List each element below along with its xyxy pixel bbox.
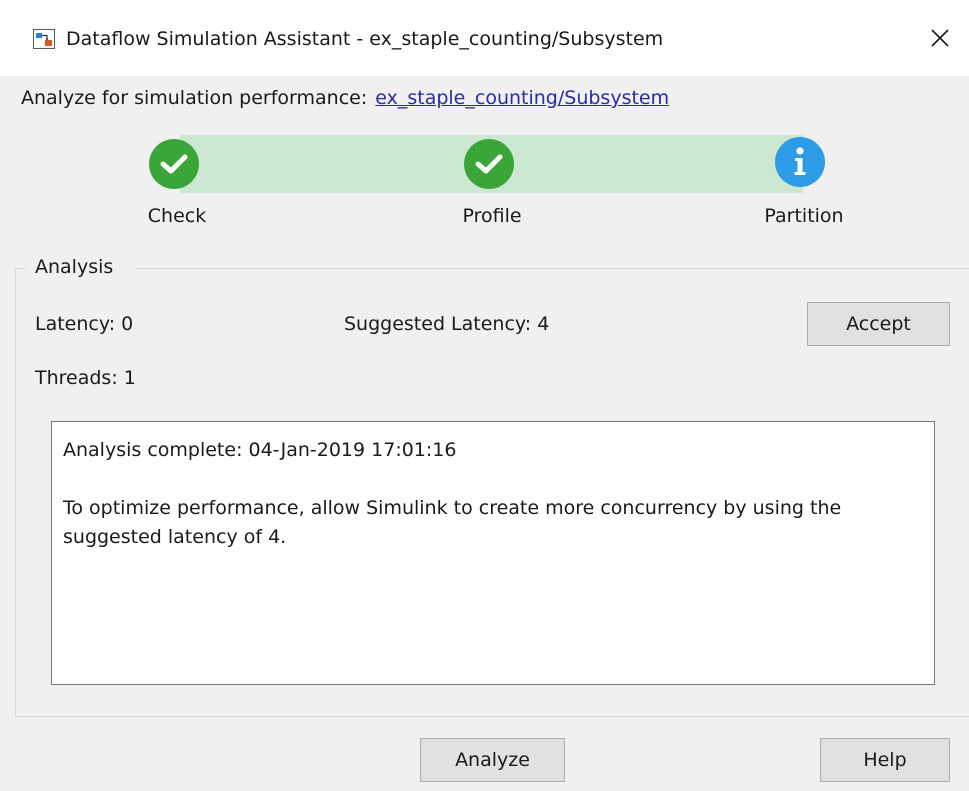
title-bar: Dataflow Simulation Assistant - ex_stapl… xyxy=(0,0,969,76)
close-icon xyxy=(931,29,949,47)
close-button[interactable] xyxy=(920,20,960,56)
check-icon xyxy=(160,154,188,174)
subsystem-link[interactable]: ex_staple_counting/Subsystem xyxy=(375,87,669,109)
step-label-check: Check xyxy=(147,205,207,227)
simulink-app-icon xyxy=(33,29,55,49)
group-border xyxy=(15,268,25,269)
step-label-profile: Profile xyxy=(462,205,522,227)
analyze-for-row: Analyze for simulation performance: ex_st… xyxy=(21,86,669,110)
step-label-partition: Partition xyxy=(764,205,844,227)
group-border xyxy=(136,268,969,269)
check-icon xyxy=(475,154,503,174)
window-title: Dataflow Simulation Assistant - ex_stapl… xyxy=(66,28,664,50)
dialog-window: Dataflow Simulation Assistant - ex_stapl… xyxy=(0,0,969,791)
profile-step-icon[interactable] xyxy=(464,139,514,189)
suggested-latency-value: Suggested Latency: 4 xyxy=(344,313,550,335)
group-border xyxy=(15,716,969,717)
accept-button[interactable]: Accept xyxy=(807,302,950,346)
analysis-complete-text: Analysis complete: 04-Jan-2019 17:01:16 xyxy=(63,439,457,461)
analysis-group-title: Analysis xyxy=(35,255,114,279)
recommendation-text: To optimize performance, allow Simulink … xyxy=(63,497,842,548)
info-icon xyxy=(794,147,806,175)
analysis-message-box: Analysis complete: 04-Jan-2019 17:01:16 … xyxy=(51,421,935,685)
analyze-button[interactable]: Analyze xyxy=(420,738,565,782)
latency-value: Latency: 0 xyxy=(35,313,134,335)
analyze-for-label: Analyze for simulation performance: xyxy=(21,87,368,109)
help-button[interactable]: Help xyxy=(820,738,950,782)
group-border xyxy=(15,268,16,716)
threads-value: Threads: 1 xyxy=(35,367,136,389)
check-step-icon[interactable] xyxy=(149,139,199,189)
partition-step-icon[interactable] xyxy=(775,137,825,187)
